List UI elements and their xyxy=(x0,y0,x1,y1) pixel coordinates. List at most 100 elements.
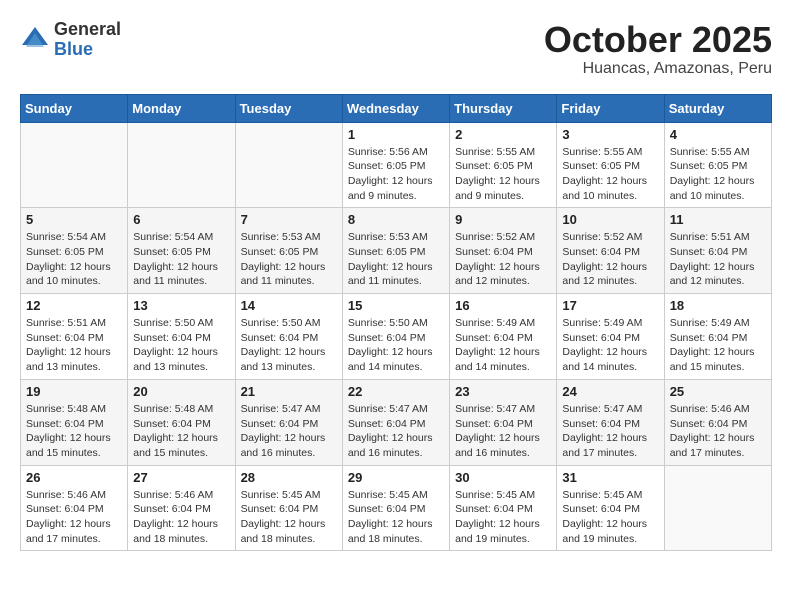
table-row: 14 Sunrise: 5:50 AM Sunset: 6:04 PM Dayli… xyxy=(235,294,342,380)
day-info: Sunrise: 5:54 AM Sunset: 6:05 PM Dayligh… xyxy=(133,230,229,289)
day-info: Sunrise: 5:50 AM Sunset: 6:04 PM Dayligh… xyxy=(241,316,337,375)
calendar-week-row: 19 Sunrise: 5:48 AM Sunset: 6:04 PM Dayli… xyxy=(21,379,772,465)
day-info: Sunrise: 5:45 AM Sunset: 6:04 PM Dayligh… xyxy=(348,488,444,547)
day-info: Sunrise: 5:46 AM Sunset: 6:04 PM Dayligh… xyxy=(26,488,122,547)
day-number: 30 xyxy=(455,470,551,485)
table-row: 17Sunrise: 5:49 AM Sunset: 6:04 PM Dayli… xyxy=(557,294,664,380)
location-subtitle: Huancas, Amazonas, Peru xyxy=(544,60,772,78)
table-row: 15Sunrise: 5:50 AM Sunset: 6:04 PM Dayli… xyxy=(342,294,449,380)
calendar-week-row: 12 Sunrise: 5:51 AM Sunset: 6:04 PM Dayli… xyxy=(21,294,772,380)
calendar-header-row: Sunday Monday Tuesday Wednesday Thursday… xyxy=(21,94,772,122)
day-number: 3 xyxy=(562,127,658,142)
day-number: 23 xyxy=(455,384,551,399)
table-row: 1Sunrise: 5:56 AM Sunset: 6:05 PM Daylig… xyxy=(342,122,449,208)
day-info: Sunrise: 5:45 AM Sunset: 6:04 PM Dayligh… xyxy=(455,488,551,547)
day-info: Sunrise: 5:51 AM Sunset: 6:04 PM Dayligh… xyxy=(670,230,766,289)
day-info: Sunrise: 5:47 AM Sunset: 6:04 PM Dayligh… xyxy=(562,402,658,461)
calendar-week-row: 26 Sunrise: 5:46 AM Sunset: 6:04 PM Dayli… xyxy=(21,465,772,551)
day-number: 12 xyxy=(26,298,122,313)
day-info: Sunrise: 5:55 AM Sunset: 6:05 PM Dayligh… xyxy=(562,145,658,204)
day-number: 21 xyxy=(241,384,337,399)
day-number: 22 xyxy=(348,384,444,399)
table-row: 27 Sunrise: 5:46 AM Sunset: 6:04 PM Dayli… xyxy=(128,465,235,551)
day-number: 14 xyxy=(241,298,337,313)
day-info: Sunrise: 5:49 AM Sunset: 6:04 PM Dayligh… xyxy=(562,316,658,375)
header: General Blue October 2025 Huancas, Amazo… xyxy=(20,20,772,78)
day-info: Sunrise: 5:52 AM Sunset: 6:04 PM Dayligh… xyxy=(562,230,658,289)
day-info: Sunrise: 5:52 AM Sunset: 6:04 PM Dayligh… xyxy=(455,230,551,289)
day-info: Sunrise: 5:53 AM Sunset: 6:05 PM Dayligh… xyxy=(348,230,444,289)
table-row: 16Sunrise: 5:49 AM Sunset: 6:04 PM Dayli… xyxy=(450,294,557,380)
day-info: Sunrise: 5:48 AM Sunset: 6:04 PM Dayligh… xyxy=(133,402,229,461)
title-area: October 2025 Huancas, Amazonas, Peru xyxy=(544,20,772,78)
table-row: 24 Sunrise: 5:47 AM Sunset: 6:04 PM Dayli… xyxy=(557,379,664,465)
day-number: 24 xyxy=(562,384,658,399)
day-number: 7 xyxy=(241,212,337,227)
table-row: 4 Sunrise: 5:55 AM Sunset: 6:05 PM Daylig… xyxy=(664,122,771,208)
table-row: 6Sunrise: 5:54 AM Sunset: 6:05 PM Daylig… xyxy=(128,208,235,294)
day-info: Sunrise: 5:51 AM Sunset: 6:04 PM Dayligh… xyxy=(26,316,122,375)
col-saturday: Saturday xyxy=(664,94,771,122)
table-row: 3 Sunrise: 5:55 AM Sunset: 6:05 PM Daylig… xyxy=(557,122,664,208)
day-number: 5 xyxy=(26,212,122,227)
day-info: Sunrise: 5:54 AM Sunset: 6:05 PM Dayligh… xyxy=(26,230,122,289)
table-row: 8 Sunrise: 5:53 AM Sunset: 6:05 PM Daylig… xyxy=(342,208,449,294)
day-info: Sunrise: 5:55 AM Sunset: 6:05 PM Dayligh… xyxy=(455,145,551,204)
col-thursday: Thursday xyxy=(450,94,557,122)
day-number: 29 xyxy=(348,470,444,485)
day-number: 28 xyxy=(241,470,337,485)
day-number: 13 xyxy=(133,298,229,313)
day-info: Sunrise: 5:46 AM Sunset: 6:04 PM Dayligh… xyxy=(670,402,766,461)
logo: General Blue xyxy=(20,20,121,60)
col-friday: Friday xyxy=(557,94,664,122)
calendar-week-row: 5 Sunrise: 5:54 AM Sunset: 6:05 PM Daylig… xyxy=(21,208,772,294)
day-info: Sunrise: 5:53 AM Sunset: 6:05 PM Dayligh… xyxy=(241,230,337,289)
calendar-week-row: 1Sunrise: 5:56 AM Sunset: 6:05 PM Daylig… xyxy=(21,122,772,208)
day-info: Sunrise: 5:49 AM Sunset: 6:04 PM Dayligh… xyxy=(455,316,551,375)
table-row xyxy=(21,122,128,208)
day-number: 27 xyxy=(133,470,229,485)
day-number: 9 xyxy=(455,212,551,227)
table-row: 19 Sunrise: 5:48 AM Sunset: 6:04 PM Dayli… xyxy=(21,379,128,465)
day-number: 10 xyxy=(562,212,658,227)
day-number: 15 xyxy=(348,298,444,313)
table-row: 18Sunrise: 5:49 AM Sunset: 6:04 PM Dayli… xyxy=(664,294,771,380)
table-row: 5 Sunrise: 5:54 AM Sunset: 6:05 PM Daylig… xyxy=(21,208,128,294)
day-info: Sunrise: 5:47 AM Sunset: 6:04 PM Dayligh… xyxy=(241,402,337,461)
day-info: Sunrise: 5:45 AM Sunset: 6:04 PM Dayligh… xyxy=(562,488,658,547)
day-number: 18 xyxy=(670,298,766,313)
day-info: Sunrise: 5:55 AM Sunset: 6:05 PM Dayligh… xyxy=(670,145,766,204)
day-number: 19 xyxy=(26,384,122,399)
table-row: 20 Sunrise: 5:48 AM Sunset: 6:04 PM Dayli… xyxy=(128,379,235,465)
day-info: Sunrise: 5:48 AM Sunset: 6:04 PM Dayligh… xyxy=(26,402,122,461)
day-number: 20 xyxy=(133,384,229,399)
day-info: Sunrise: 5:50 AM Sunset: 6:04 PM Dayligh… xyxy=(133,316,229,375)
table-row: 29 Sunrise: 5:45 AM Sunset: 6:04 PM Dayli… xyxy=(342,465,449,551)
month-title: October 2025 xyxy=(544,20,772,60)
table-row: 10 Sunrise: 5:52 AM Sunset: 6:04 PM Dayli… xyxy=(557,208,664,294)
table-row: 13 Sunrise: 5:50 AM Sunset: 6:04 PM Dayli… xyxy=(128,294,235,380)
table-row xyxy=(128,122,235,208)
logo-icon xyxy=(20,25,50,55)
day-number: 26 xyxy=(26,470,122,485)
day-number: 31 xyxy=(562,470,658,485)
table-row: 12 Sunrise: 5:51 AM Sunset: 6:04 PM Dayli… xyxy=(21,294,128,380)
table-row: 25Sunrise: 5:46 AM Sunset: 6:04 PM Dayli… xyxy=(664,379,771,465)
table-row: 7 Sunrise: 5:53 AM Sunset: 6:05 PM Daylig… xyxy=(235,208,342,294)
table-row: 9 Sunrise: 5:52 AM Sunset: 6:04 PM Daylig… xyxy=(450,208,557,294)
day-info: Sunrise: 5:56 AM Sunset: 6:05 PM Dayligh… xyxy=(348,145,444,204)
day-info: Sunrise: 5:45 AM Sunset: 6:04 PM Dayligh… xyxy=(241,488,337,547)
day-info: Sunrise: 5:47 AM Sunset: 6:04 PM Dayligh… xyxy=(348,402,444,461)
col-sunday: Sunday xyxy=(21,94,128,122)
day-number: 8 xyxy=(348,212,444,227)
col-wednesday: Wednesday xyxy=(342,94,449,122)
table-row: 11Sunrise: 5:51 AM Sunset: 6:04 PM Dayli… xyxy=(664,208,771,294)
table-row: 2Sunrise: 5:55 AM Sunset: 6:05 PM Daylig… xyxy=(450,122,557,208)
day-number: 4 xyxy=(670,127,766,142)
col-tuesday: Tuesday xyxy=(235,94,342,122)
table-row: 22 Sunrise: 5:47 AM Sunset: 6:04 PM Dayli… xyxy=(342,379,449,465)
table-row: 31 Sunrise: 5:45 AM Sunset: 6:04 PM Dayli… xyxy=(557,465,664,551)
logo-blue-text: Blue xyxy=(54,39,93,59)
day-info: Sunrise: 5:46 AM Sunset: 6:04 PM Dayligh… xyxy=(133,488,229,547)
table-row xyxy=(235,122,342,208)
